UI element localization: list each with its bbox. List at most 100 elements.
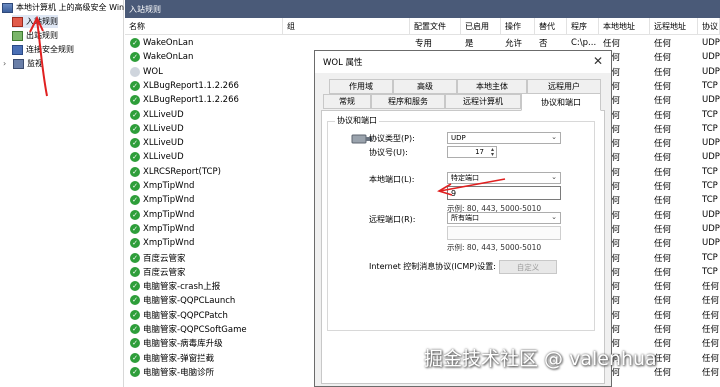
cell-remote: 任何	[654, 182, 672, 192]
dialog-titlebar[interactable]: WOL 属性 ✕	[315, 51, 611, 73]
column-label: 组	[287, 21, 295, 31]
tree-root[interactable]: 本地计算机 上的高级安全 Win	[2, 1, 124, 14]
table-row[interactable]: ✓ WakeOnLan 专用 是 允许 否 C:\p... 任何 任何 UDP	[125, 36, 720, 50]
column-label: 协议	[702, 21, 718, 31]
cell-name: XmpTipWnd	[143, 181, 195, 191]
tab-label: 作用域	[349, 82, 373, 91]
cell-name: XLRCSReport(TCP)	[143, 166, 221, 177]
protocol-number-stepper[interactable]: 17 ▴ ▾	[447, 146, 497, 158]
cell-protocol: UDP	[702, 95, 720, 106]
tab-remote-computers[interactable]: 远程计算机	[445, 94, 521, 109]
tree-item-label: 入站规则	[26, 17, 58, 26]
tab-programs-services[interactable]: 程序和服务	[371, 94, 445, 109]
cell-name: XLLiveUD	[143, 109, 184, 120]
customize-button[interactable]: 自定义	[499, 260, 557, 274]
cell-name: XmpTipWnd	[143, 209, 195, 220]
rule-enabled-check-icon: ✓	[130, 181, 140, 191]
column-header-profile[interactable]: 配置文件	[410, 18, 461, 35]
rule-enabled-check-icon: ✓	[130, 252, 140, 263]
cell-name: WOL	[143, 66, 163, 77]
column-header-program[interactable]: 程序	[567, 18, 599, 35]
tree-item-monitoring[interactable]: › 监视	[3, 57, 43, 70]
cell-name: 电脑管家-crash上报	[143, 282, 221, 293]
column-label: 本地地址	[603, 21, 635, 31]
expand-chevron-icon[interactable]: ›	[3, 59, 11, 68]
tab-label: 远程计算机	[463, 97, 503, 106]
panel-header: 入站规则	[125, 0, 720, 18]
tab-general[interactable]: 常规	[323, 94, 371, 109]
remote-port-input[interactable]	[447, 226, 561, 240]
cell-remote: 任何	[654, 196, 672, 207]
cell-name: 电脑管家-弹窗拦截	[143, 353, 215, 364]
column-header-name[interactable]: 名称	[125, 18, 283, 35]
column-header-protocol[interactable]: 协议	[698, 18, 720, 35]
column-label: 已启用	[465, 21, 489, 31]
rule-enabled-check-icon: ✓	[130, 366, 140, 377]
local-port-value: 特定端口	[451, 174, 479, 182]
tab-label: 常规	[339, 97, 355, 106]
cell-name: XLLiveUD	[143, 123, 184, 134]
cell-name: WakeOnLan	[143, 52, 194, 63]
tree-root-label: 本地计算机 上的高级安全 Win	[16, 3, 125, 12]
chevron-down-icon: ⌄	[551, 173, 557, 181]
cell-protocol: TCP	[702, 195, 718, 206]
cell-remote: 任何	[654, 267, 672, 278]
close-icon[interactable]: ✕	[593, 54, 603, 68]
tab-scope[interactable]: 作用域	[329, 79, 393, 94]
remote-port-select[interactable]: 所有端口 ⌄	[447, 212, 561, 224]
local-port-select[interactable]: 特定端口 ⌄	[447, 172, 561, 184]
rule-enabled-check-icon: ✓	[130, 352, 140, 363]
cell-remote: 任何	[654, 325, 672, 335]
rule-enabled-check-icon: ✓	[130, 295, 140, 306]
cell-protocol: UDP	[702, 223, 720, 234]
column-header-action[interactable]: 操作	[501, 18, 535, 35]
local-port-input[interactable]: 9	[447, 186, 561, 200]
cell-protocol: 任何	[702, 367, 720, 378]
tab-label: 远程用户	[548, 82, 580, 91]
cell-protocol: TCP	[702, 123, 718, 134]
customize-button-label: 自定义	[516, 262, 540, 272]
tree-item-connection-security[interactable]: 连接安全规则	[12, 43, 74, 56]
column-header-enabled[interactable]: 已启用	[461, 18, 501, 35]
chevron-down-icon: ⌄	[551, 133, 557, 141]
tab-advanced[interactable]: 高级	[393, 79, 457, 94]
cell-protocol: 任何	[702, 296, 720, 307]
protocol-type-value: UDP	[451, 134, 466, 142]
remote-port-example: 示例: 80, 443, 5000-5010	[447, 243, 542, 252]
tab-protocols-ports[interactable]: 协议和端口	[521, 93, 601, 111]
chevron-down-icon: ⌄	[551, 213, 557, 221]
cell-name: XLLiveUD	[143, 152, 184, 163]
rule-enabled-check-icon: ✓	[130, 223, 140, 234]
column-label: 远程地址	[654, 21, 686, 31]
column-header-group[interactable]: 组	[283, 18, 410, 35]
tab-label: 协议和端口	[541, 97, 581, 107]
tree-item-outbound-rules[interactable]: 出站规则	[12, 29, 58, 42]
rule-enabled-check-icon: ✓	[130, 338, 140, 349]
cell-name: XLBugReport1.1.2.266	[143, 95, 239, 106]
cell-name: XLBugReport1.1.2.266	[143, 80, 239, 91]
cell-name: XmpTipWnd	[143, 238, 195, 249]
cell-protocol: UDP	[702, 238, 720, 249]
tree-item-inbound-rules[interactable]: 入站规则	[12, 15, 58, 28]
column-header-remote-address[interactable]: 远程地址	[650, 18, 698, 35]
rule-enabled-check-icon: ✓	[130, 195, 140, 206]
column-header-local-address[interactable]: 本地地址	[599, 18, 650, 35]
tab-remote-users[interactable]: 远程用户	[527, 79, 601, 94]
connection-security-icon	[12, 44, 23, 55]
rule-enabled-check-icon: ✓	[130, 38, 140, 48]
rule-enabled-check-icon: ✓	[130, 52, 140, 63]
column-header-override[interactable]: 替代	[535, 18, 567, 35]
protocol-type-select[interactable]: UDP ⌄	[447, 132, 561, 144]
rule-enabled-check-icon: ✓	[130, 238, 140, 249]
cell-name: 电脑管家-电脑诊所	[143, 367, 215, 378]
column-label: 配置文件	[414, 21, 446, 31]
tab-label: 高级	[417, 82, 433, 91]
cell-enabled: 是	[465, 39, 474, 49]
rule-enabled-check-icon: ✓	[130, 123, 140, 134]
tab-local-principals[interactable]: 本地主体	[457, 79, 527, 94]
cell-action: 允许	[505, 39, 523, 49]
rule-enabled-check-icon: ✓	[130, 166, 140, 177]
cell-program: C:\p...	[571, 38, 597, 48]
column-label: 程序	[571, 21, 587, 31]
spinner-arrows-icon[interactable]: ▴ ▾	[491, 147, 494, 158]
